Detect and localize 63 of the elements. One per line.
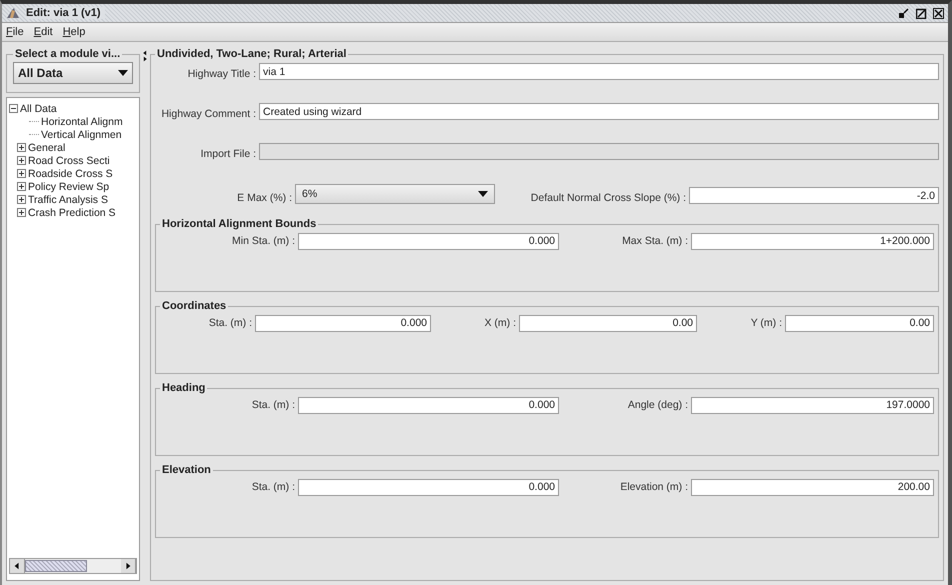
text-field[interactable]: via 1 [259,63,939,80]
maximize-icon[interactable] [916,8,927,18]
field-label: Sta. (m) : [250,399,296,411]
text-field[interactable]: 0.000 [255,314,431,332]
text-field[interactable]: 0.000 [298,232,559,250]
expand-icon[interactable] [17,195,26,204]
text-field[interactable]: 0.000 [298,478,559,496]
expand-icon[interactable] [17,143,26,152]
field-label: Y (m) : [750,317,783,329]
field-label: X (m) : [484,317,517,329]
section-title: Elevation [161,464,212,476]
tree-item[interactable]: All Data [9,102,137,115]
tree-item[interactable]: Road Cross Secti [9,154,137,167]
expand-icon[interactable] [17,208,26,217]
field-label: Sta. (m) : [250,481,296,493]
field-label: Max Sta. (m) : [621,235,689,247]
text-field[interactable]: 197.0000 [691,396,934,414]
section-title: Coordinates [161,300,228,312]
close-icon[interactable] [933,8,944,18]
tree-item[interactable]: Roadside Cross S [9,167,137,180]
group-title: Select a module vi... [14,48,122,60]
field-label: Elevation (m) : [619,481,689,493]
field-label: Default Normal Cross Slope (%) : [530,192,687,204]
expand-icon[interactable] [17,169,26,178]
field-label: Sta. (m) : [208,317,253,329]
text-field[interactable]: Created using wizard [259,103,939,120]
restore-icon[interactable] [899,8,910,18]
text-field[interactable]: 0.00 [519,314,697,332]
tree-item[interactable]: Traffic Analysis S [9,193,137,206]
text-field[interactable]: 0.00 [785,314,934,332]
panel-title: Undivided, Two-Lane; Rural; Arterial [156,48,348,60]
e-max-dropdown[interactable]: 6% [295,184,495,204]
app-icon [6,7,20,19]
tree-item[interactable]: Horizontal Alignm [9,115,137,128]
window-title: Edit: via 1 (v1) [26,7,105,19]
tree-item[interactable]: Policy Review Sp [9,180,137,193]
text-field[interactable]: 0.000 [298,396,559,414]
tree-item[interactable]: General [9,141,137,154]
field-label: Highway Title : [186,68,257,80]
menu-item[interactable]: Help [62,26,86,38]
tree-item[interactable]: Crash Prediction S [9,206,137,219]
text-field[interactable]: 200.00 [691,478,934,496]
scroll-left-icon [13,562,21,570]
text-field[interactable]: 1+200.000 [691,232,934,250]
module-dropdown[interactable]: All Data [13,62,133,84]
text-field[interactable]: -2.0 [689,187,939,204]
field-label: Highway Comment : [160,108,257,120]
collapse-icon[interactable] [9,104,18,113]
field-label: Angle (deg) : [626,399,689,411]
field-label: Import File : [200,148,257,160]
tree-item[interactable]: Vertical Alignmen [9,128,137,141]
scroll-right-icon [124,562,132,570]
field-label: Min Sta. (m) : [230,235,296,247]
field-label: E Max (%) : [236,192,293,204]
section-title: Horizontal Alignment Bounds [161,218,318,230]
expand-icon[interactable] [17,182,26,191]
section-title: Heading [161,382,206,394]
menu-item[interactable]: File [6,26,24,38]
dropdown-arrow-icon [478,189,488,199]
horizontal-scrollbar[interactable] [9,558,137,574]
menu-item[interactable]: Edit [34,26,53,38]
dropdown-arrow-icon [118,68,128,78]
expand-icon[interactable] [17,156,26,165]
